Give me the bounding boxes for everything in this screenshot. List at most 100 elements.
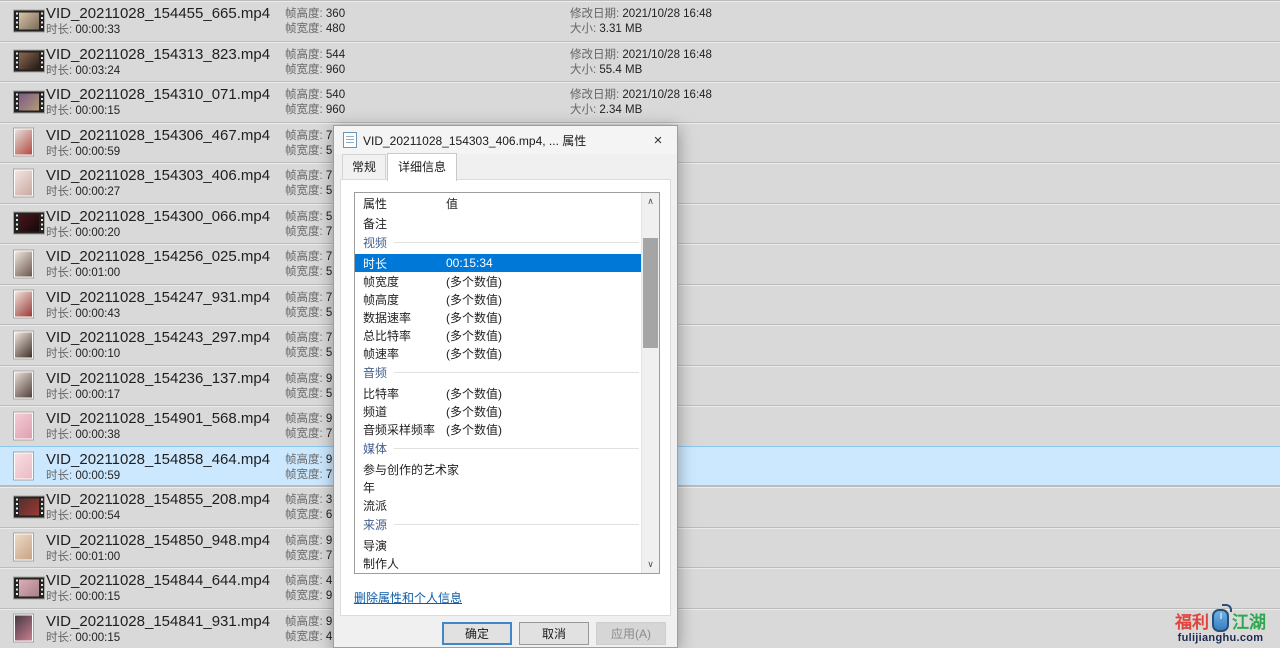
property-label: 流派 <box>355 497 446 514</box>
property-row[interactable]: 音频 <box>355 362 642 384</box>
thumbnail-image <box>19 498 39 515</box>
remove-properties-link[interactable]: 删除属性和个人信息 <box>354 589 462 606</box>
property-row[interactable]: 参与创作的艺术家 <box>355 460 642 478</box>
close-icon[interactable]: × <box>639 126 677 154</box>
thumbnail-image <box>15 535 32 560</box>
property-row[interactable]: 总比特率 (多个数值) <box>355 326 642 344</box>
file-name: VID_20211028_154310_071.mp4 <box>46 86 270 103</box>
frame-dimensions-column: 帧高度: 3 帧宽度: 6 <box>285 487 332 527</box>
modified-date-label: 修改日期: <box>570 8 619 20</box>
frame-height-value: 3 <box>326 494 332 506</box>
frame-dimensions-column: 帧高度: 5 帧宽度: 7 <box>285 204 332 244</box>
frame-width-value: 5 <box>326 307 332 319</box>
property-row[interactable]: 数据速率 (多个数值) <box>355 308 642 326</box>
scroll-down-icon[interactable]: ∨ <box>642 556 659 573</box>
scrollbar[interactable]: ∧ ∨ <box>641 193 659 573</box>
property-row[interactable]: 帧速率 (多个数值) <box>355 344 642 362</box>
video-thumbnail-icon <box>13 90 45 113</box>
duration-label: 时长: <box>46 389 72 401</box>
frame-width-value: 7 <box>326 226 332 238</box>
property-column-header: 属性 <box>355 195 446 212</box>
property-row[interactable]: 媒体 <box>355 438 642 460</box>
video-thumbnail-icon <box>13 168 34 197</box>
frame-height-value: 360 <box>326 8 345 20</box>
frame-height-value: 7 <box>326 170 332 182</box>
file-name: VID_20211028_154901_568.mp4 <box>46 410 270 427</box>
file-row[interactable]: VID_20211028_154313_823.mp4 时长: 00:03:24… <box>0 41 1280 82</box>
frame-height-value: 4 <box>326 575 332 587</box>
duration-label: 时长: <box>46 146 72 158</box>
property-row[interactable]: 时长 00:15:34 <box>355 254 642 272</box>
file-name-column: VID_20211028_154844_644.mp4 时长: 00:00:15 <box>46 568 270 608</box>
file-name: VID_20211028_154844_644.mp4 <box>46 572 270 589</box>
frame-width-label: 帧宽度: <box>285 509 323 521</box>
file-name: VID_20211028_154300_066.mp4 <box>46 208 270 225</box>
thumbnail-image <box>15 130 32 155</box>
frame-dimensions-column: 帧高度: 9 帧宽度: 4 <box>285 609 332 648</box>
dialog-button[interactable]: 取消 <box>519 622 589 645</box>
duration-value: 00:01:00 <box>75 551 120 563</box>
property-row[interactable]: 音频采样频率 (多个数值) <box>355 420 642 438</box>
duration-label: 时长: <box>46 470 72 482</box>
property-label: 帧速率 <box>355 345 446 362</box>
property-row[interactable]: 视频 <box>355 232 642 254</box>
property-row[interactable]: 帧高度 (多个数值) <box>355 290 642 308</box>
property-row[interactable]: 帧宽度 (多个数值) <box>355 272 642 290</box>
dialog-titlebar[interactable]: VID_20211028_154303_406.mp4, ... 属性 × <box>334 126 677 154</box>
frame-width-value: 5 <box>326 266 332 278</box>
frame-width-value: 4 <box>326 631 332 643</box>
video-thumbnail-icon <box>13 330 34 359</box>
dialog-button[interactable]: 确定 <box>442 622 512 645</box>
property-row[interactable]: 频道 (多个数值) <box>355 402 642 420</box>
video-thumbnail-icon <box>13 128 34 157</box>
file-info-column: 修改日期: 2021/10/28 16:48 大小: 55.4 MB <box>570 42 712 82</box>
thumbnail-image <box>15 373 32 398</box>
frame-width-value: 6 <box>326 509 332 521</box>
duration-value: 00:00:38 <box>75 429 120 441</box>
file-row[interactable]: VID_20211028_154455_665.mp4 时长: 00:00:33… <box>0 0 1280 41</box>
dialog-button[interactable]: 应用(A) <box>596 622 666 645</box>
file-name-column: VID_20211028_154300_066.mp4 时长: 00:00:20 <box>46 204 270 244</box>
frame-dimensions-column: 帧高度: 9 帧宽度: 7 <box>285 406 332 446</box>
property-value: 00:15:34 <box>446 256 493 270</box>
duration-value: 00:00:15 <box>75 105 120 117</box>
frame-dimensions-column: 帧高度: 544 帧宽度: 960 <box>285 42 345 82</box>
property-row[interactable]: 制作人 <box>355 554 642 572</box>
frame-height-label: 帧高度: <box>285 89 323 101</box>
video-thumbnail-icon <box>13 249 34 278</box>
scroll-up-icon[interactable]: ∧ <box>642 193 659 210</box>
scrollbar-thumb[interactable] <box>643 238 658 348</box>
duration-label: 时长: <box>46 348 72 360</box>
dialog-footer: 确定 取消 应用(A) <box>334 618 677 648</box>
frame-width-value: 5 <box>326 145 332 157</box>
file-name-column: VID_20211028_154901_568.mp4 时长: 00:00:38 <box>46 406 270 446</box>
thumbnail-image <box>15 170 32 195</box>
file-row[interactable]: VID_20211028_154310_071.mp4 时长: 00:00:15… <box>0 81 1280 122</box>
frame-dimensions-column: 帧高度: 7 帧宽度: 5 <box>285 163 332 203</box>
duration-label: 时长: <box>46 267 72 279</box>
duration-label: 时长: <box>46 591 72 603</box>
frame-width-value: 5 <box>326 185 332 197</box>
frame-height-value: 7 <box>326 332 332 344</box>
property-row[interactable]: 比特率 (多个数值) <box>355 384 642 402</box>
property-row[interactable]: 流派 <box>355 496 642 514</box>
frame-height-value: 7 <box>326 292 332 304</box>
frame-height-label: 帧高度: <box>285 170 323 182</box>
frame-height-label: 帧高度: <box>285 8 323 20</box>
frame-width-value: 9 <box>326 590 332 602</box>
frame-height-value: 7 <box>326 130 332 142</box>
dialog-tab[interactable]: 常规 <box>342 154 386 179</box>
property-row[interactable]: 备注 <box>355 214 642 232</box>
property-row[interactable]: 来源 <box>355 514 642 536</box>
dialog-tab[interactable]: 详细信息 <box>387 153 457 181</box>
frame-height-label: 帧高度: <box>285 130 323 142</box>
property-row[interactable]: 年 <box>355 478 642 496</box>
properties-dialog-icon <box>343 132 357 148</box>
property-label: 数据速率 <box>355 309 446 326</box>
property-label: 音频采样频率 <box>355 421 446 438</box>
duration-label: 时长: <box>46 65 72 77</box>
frame-width-label: 帧宽度: <box>285 428 323 440</box>
file-name-column: VID_20211028_154313_823.mp4 时长: 00:03:24 <box>46 42 270 82</box>
thumbnail-image <box>15 292 32 317</box>
property-row[interactable]: 导演 <box>355 536 642 554</box>
